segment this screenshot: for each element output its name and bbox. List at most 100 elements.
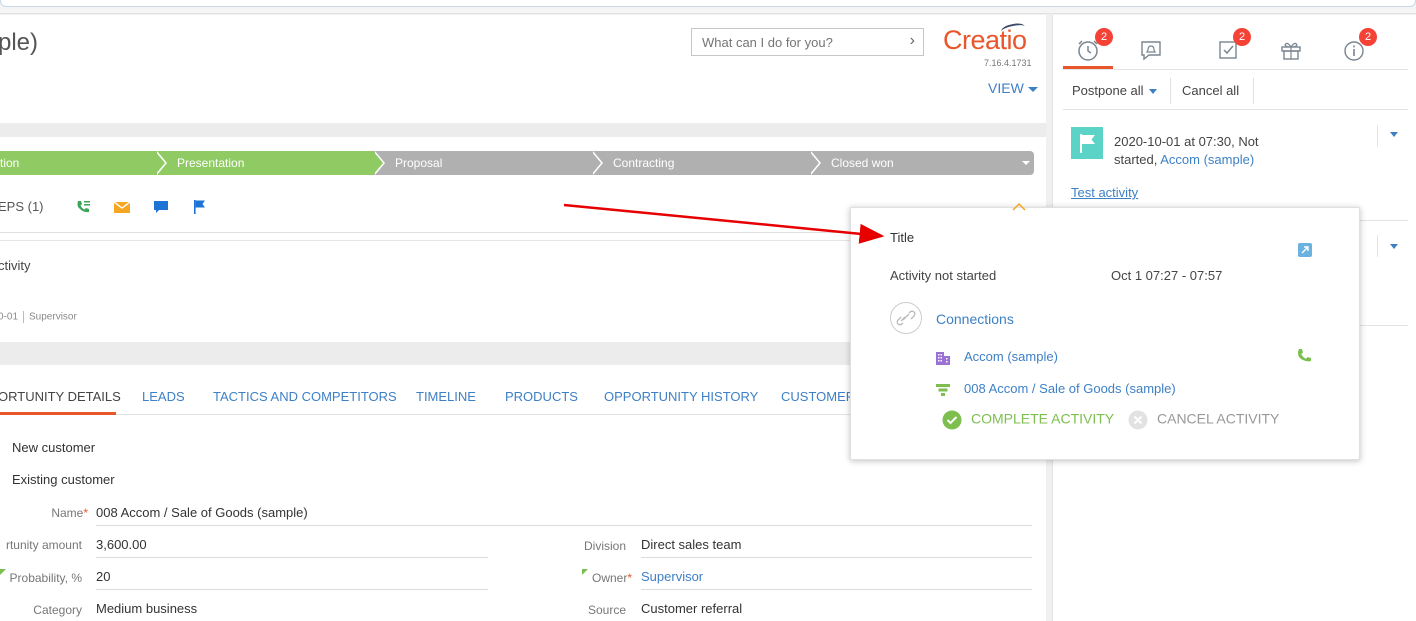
- tab-tactics[interactable]: TACTICS AND COMPETITORS: [213, 389, 397, 415]
- view-button[interactable]: VIEW: [988, 80, 1038, 96]
- cancel-all-button[interactable]: Cancel all: [1182, 83, 1239, 98]
- stage-contracting[interactable]: Contracting: [591, 151, 821, 175]
- arrow-glyph: [1301, 246, 1309, 254]
- check-circle-icon: [942, 410, 962, 430]
- page-header: ple) › Creatio 7.16.4.1731 VIEW: [0, 15, 1046, 123]
- tab-timeline[interactable]: TIMELINE: [416, 389, 476, 415]
- badge-count: 2: [1359, 28, 1377, 46]
- email-icon[interactable]: [114, 199, 130, 215]
- division-field[interactable]: Direct sales team: [641, 537, 741, 552]
- horizontal-scrollbar[interactable]: [0, 0, 1416, 7]
- badge-count: 2: [1233, 28, 1251, 46]
- required-indicator: [0, 569, 6, 575]
- required-mark: *: [83, 506, 88, 520]
- activity-date: 0-01: [0, 311, 19, 323]
- stage-label: Proposal: [395, 156, 443, 170]
- cancel-circle-icon: [1128, 410, 1148, 430]
- amount-label: rtunity amount: [5, 538, 82, 552]
- opportunity-link[interactable]: 008 Accom / Sale of Goods (sample): [964, 381, 1176, 396]
- link-icon: [890, 302, 922, 334]
- panel-tabs: 2 2 2: [1063, 25, 1408, 70]
- stage-chevron: [155, 151, 165, 175]
- activity-time: Oct 1 07:27 - 07:57: [1111, 268, 1223, 283]
- reminder-text: 2020-10-01 at 07:30, Not started, Accom …: [1114, 133, 1284, 169]
- category-label: Category: [33, 603, 82, 617]
- caret-down-icon[interactable]: [1390, 244, 1398, 249]
- stage-qualification[interactable]: tion: [0, 151, 167, 175]
- stage-chevron: [809, 151, 819, 175]
- name-label: Name*: [51, 506, 88, 520]
- flag-glyph: [1080, 134, 1095, 153]
- name-field[interactable]: 008 Accom / Sale of Goods (sample): [96, 505, 308, 520]
- stage-label: Contracting: [613, 156, 675, 170]
- field-underline: [96, 589, 488, 590]
- postpone-all-label: Postpone all: [1072, 83, 1144, 98]
- tab-tasks[interactable]: 2: [1203, 25, 1253, 69]
- stage-label: Presentation: [177, 156, 245, 170]
- activity-owner: Supervisor: [29, 311, 77, 323]
- field-underline: [96, 557, 488, 558]
- owner-label: Owner*: [592, 571, 632, 585]
- activity-meta: 0-01 Supervisor: [0, 311, 77, 323]
- stage-chevron: [373, 151, 383, 175]
- amount-field[interactable]: 3,600.00: [96, 537, 147, 552]
- tab-leads[interactable]: LEADS: [142, 389, 185, 415]
- name-label-text: Name: [51, 506, 84, 520]
- divider: [1170, 78, 1171, 104]
- reminder-item: 2020-10-01 at 07:30, Not started, Accom …: [1063, 115, 1408, 215]
- connection-opportunity[interactable]: 008 Accom / Sale of Goods (sample): [936, 381, 1176, 397]
- stage-proposal[interactable]: Proposal: [373, 151, 603, 175]
- complete-activity-button[interactable]: COMPLETE ACTIVITY: [942, 410, 1114, 430]
- stage-presentation[interactable]: Presentation: [155, 151, 385, 175]
- connection-account[interactable]: Accom (sample): [936, 349, 1058, 365]
- open-external-icon[interactable]: [1298, 243, 1312, 257]
- division-label: Division: [583, 539, 626, 553]
- tab-feed[interactable]: [1126, 25, 1176, 69]
- page-title: ple): [0, 29, 39, 56]
- tab-info[interactable]: 2: [1329, 25, 1379, 69]
- gift-icon: [1281, 42, 1301, 60]
- stage-closed-won[interactable]: Closed won: [809, 151, 1034, 175]
- activity-title[interactable]: ctivity: [0, 258, 31, 273]
- reminder-account-link[interactable]: Accom (sample): [1160, 152, 1254, 167]
- tab-opportunity-details[interactable]: ORTUNITY DETAILS: [0, 389, 121, 415]
- tab-products[interactable]: PRODUCTS: [505, 389, 578, 415]
- tab-gifts[interactable]: [1266, 25, 1316, 69]
- caret-down-icon: [1148, 89, 1157, 95]
- tab-customer[interactable]: CUSTOMER: [781, 389, 855, 415]
- caret-down-icon[interactable]: [1390, 132, 1398, 137]
- phone-list-icon[interactable]: [75, 199, 91, 215]
- divider: [1253, 78, 1254, 104]
- probability-label: Probability, %: [9, 571, 82, 585]
- source-field[interactable]: Customer referral: [641, 601, 742, 616]
- chat-icon[interactable]: [153, 199, 169, 215]
- probability-field[interactable]: 20: [96, 569, 110, 584]
- option-existing-customer[interactable]: Existing customer: [12, 472, 115, 487]
- option-new-customer[interactable]: New customer: [12, 440, 95, 455]
- required-indicator: [582, 569, 588, 575]
- divider: [1377, 125, 1378, 147]
- phone-icon[interactable]: [1296, 348, 1312, 367]
- field-underline: [641, 589, 1032, 590]
- category-field[interactable]: Medium business: [96, 601, 197, 616]
- cancel-activity-button[interactable]: CANCEL ACTIVITY: [1128, 410, 1279, 430]
- postpone-all-button[interactable]: Postpone all: [1072, 83, 1157, 98]
- caret-down-icon[interactable]: [1022, 161, 1030, 165]
- divider: [1377, 235, 1378, 257]
- cancel-activity-label: CANCEL ACTIVITY: [1157, 410, 1280, 427]
- flag-icon[interactable]: [192, 199, 208, 215]
- building-icon: [936, 351, 950, 365]
- browser-top-strip: [0, 0, 1416, 14]
- owner-field[interactable]: Supervisor: [641, 569, 703, 584]
- activity-link[interactable]: Test activity: [1071, 185, 1138, 200]
- account-link[interactable]: Accom (sample): [964, 349, 1058, 364]
- tab-opportunity-history[interactable]: OPPORTUNITY HISTORY: [604, 389, 758, 415]
- command-search[interactable]: ›: [691, 28, 924, 56]
- stage-bar: tion Presentation Proposal Contracting C…: [0, 151, 1034, 175]
- chevron-right-icon[interactable]: ›: [910, 32, 915, 50]
- caret-down-icon: [1027, 86, 1038, 92]
- stage-label: tion: [0, 156, 20, 170]
- tab-reminders[interactable]: 2: [1063, 25, 1113, 69]
- search-input[interactable]: [692, 29, 892, 55]
- chain-glyph: [896, 310, 916, 326]
